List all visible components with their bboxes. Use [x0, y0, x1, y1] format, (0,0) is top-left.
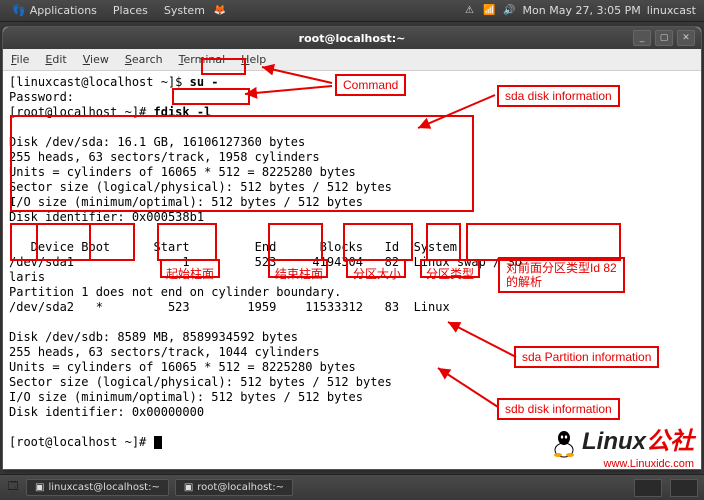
partition-warning: Partition 1 does not end on cylinder bou… [9, 285, 341, 299]
sda-geom: 255 heads, 63 sectors/track, 1958 cylind… [9, 150, 320, 164]
menu-label: Applications [30, 4, 97, 17]
prompt: [linuxcast@localhost ~]$ [9, 75, 190, 89]
taskbar-item-1[interactable]: ▣ linuxcast@localhost:~ [26, 479, 169, 496]
menu-terminal[interactable]: Terminal [171, 53, 234, 66]
sda-header: Disk /dev/sda: 16.1 GB, 16106127360 byte… [9, 135, 305, 149]
menu-label: Places [113, 4, 148, 17]
menubar: File Edit View Search Terminal Help [3, 49, 701, 71]
sda-id: Disk identifier: 0x000538b1 [9, 210, 204, 224]
menu-file[interactable]: File [3, 53, 37, 66]
partition-row-sda1b: laris [9, 270, 45, 284]
cursor-icon [154, 436, 162, 449]
system-menu[interactable]: System [156, 4, 213, 17]
workspace-2[interactable] [670, 479, 698, 497]
menu-view[interactable]: View [75, 53, 117, 66]
taskbar-item-2[interactable]: ▣ root@localhost:~ [175, 479, 293, 496]
volume-icon[interactable]: 🔊 [503, 4, 517, 18]
system-tray: ⚠ 📶 🔊 Mon May 27, 3:05 PM linuxcast [463, 4, 700, 18]
partition-row-sda1: /dev/sda1 1 523 4194304 82 Linux swap / … [9, 255, 522, 269]
sdb-id: Disk identifier: 0x00000000 [9, 405, 204, 419]
menu-label: System [164, 4, 205, 17]
workspace-1[interactable] [634, 479, 662, 497]
prompt-root-2: [root@localhost ~]# [9, 435, 154, 449]
password-label: Password: [9, 90, 74, 104]
bottom-panel: 🗔 ▣ linuxcast@localhost:~ ▣ root@localho… [0, 474, 704, 500]
command-su: su - [190, 75, 219, 89]
user-menu[interactable]: linuxcast [647, 4, 696, 17]
sdb-sector: Sector size (logical/physical): 512 byte… [9, 375, 392, 389]
sda-sector: Sector size (logical/physical): 512 byte… [9, 180, 392, 194]
places-menu[interactable]: Places [105, 4, 156, 17]
menu-edit[interactable]: Edit [37, 53, 74, 66]
menu-search[interactable]: Search [117, 53, 171, 66]
close-button[interactable]: ✕ [677, 30, 695, 46]
window-title: root@localhost:~ [3, 32, 701, 45]
clock[interactable]: Mon May 27, 3:05 PM [523, 4, 641, 17]
titlebar[interactable]: root@localhost:~ _ ▢ ✕ [3, 27, 701, 49]
partition-row-sda2: /dev/sda2 * 523 1959 11533312 83 Linux [9, 300, 450, 314]
sdb-io: I/O size (minimum/optimal): 512 bytes / … [9, 390, 363, 404]
maximize-button[interactable]: ▢ [655, 30, 673, 46]
sdb-units: Units = cylinders of 16065 * 512 = 82252… [9, 360, 356, 374]
warning-icon[interactable]: ⚠ [463, 4, 477, 18]
firefox-icon[interactable]: 🦊 [213, 4, 227, 18]
gnome-foot-icon: 👣 [12, 4, 26, 17]
menu-help[interactable]: Help [233, 53, 274, 66]
sda-io: I/O size (minimum/optimal): 512 bytes / … [9, 195, 363, 209]
show-desktop-icon[interactable]: 🗔 [6, 481, 20, 495]
sdb-header: Disk /dev/sdb: 8589 MB, 8589934592 bytes [9, 330, 298, 344]
terminal-body[interactable]: [linuxcast@localhost ~]$ su - Password: … [3, 71, 701, 469]
minimize-button[interactable]: _ [633, 30, 651, 46]
task-label: linuxcast@localhost:~ [48, 482, 159, 493]
terminal-icon: ▣ [184, 482, 193, 493]
terminal-window: root@localhost:~ _ ▢ ✕ File Edit View Se… [2, 26, 702, 470]
top-panel: 👣 Applications Places System 🦊 ⚠ 📶 🔊 Mon… [0, 0, 704, 22]
command-fdisk: fdisk -l [154, 105, 212, 119]
partition-table-header: Device Boot Start End Blocks Id System [9, 240, 457, 254]
sda-units: Units = cylinders of 16065 * 512 = 82252… [9, 165, 356, 179]
prompt-root: [root@localhost ~]# [9, 105, 154, 119]
network-icon[interactable]: 📶 [483, 4, 497, 18]
terminal-icon: ▣ [35, 482, 44, 493]
sdb-geom: 255 heads, 63 sectors/track, 1044 cylind… [9, 345, 320, 359]
task-label: root@localhost:~ [197, 482, 284, 493]
applications-menu[interactable]: 👣 Applications [4, 4, 105, 17]
